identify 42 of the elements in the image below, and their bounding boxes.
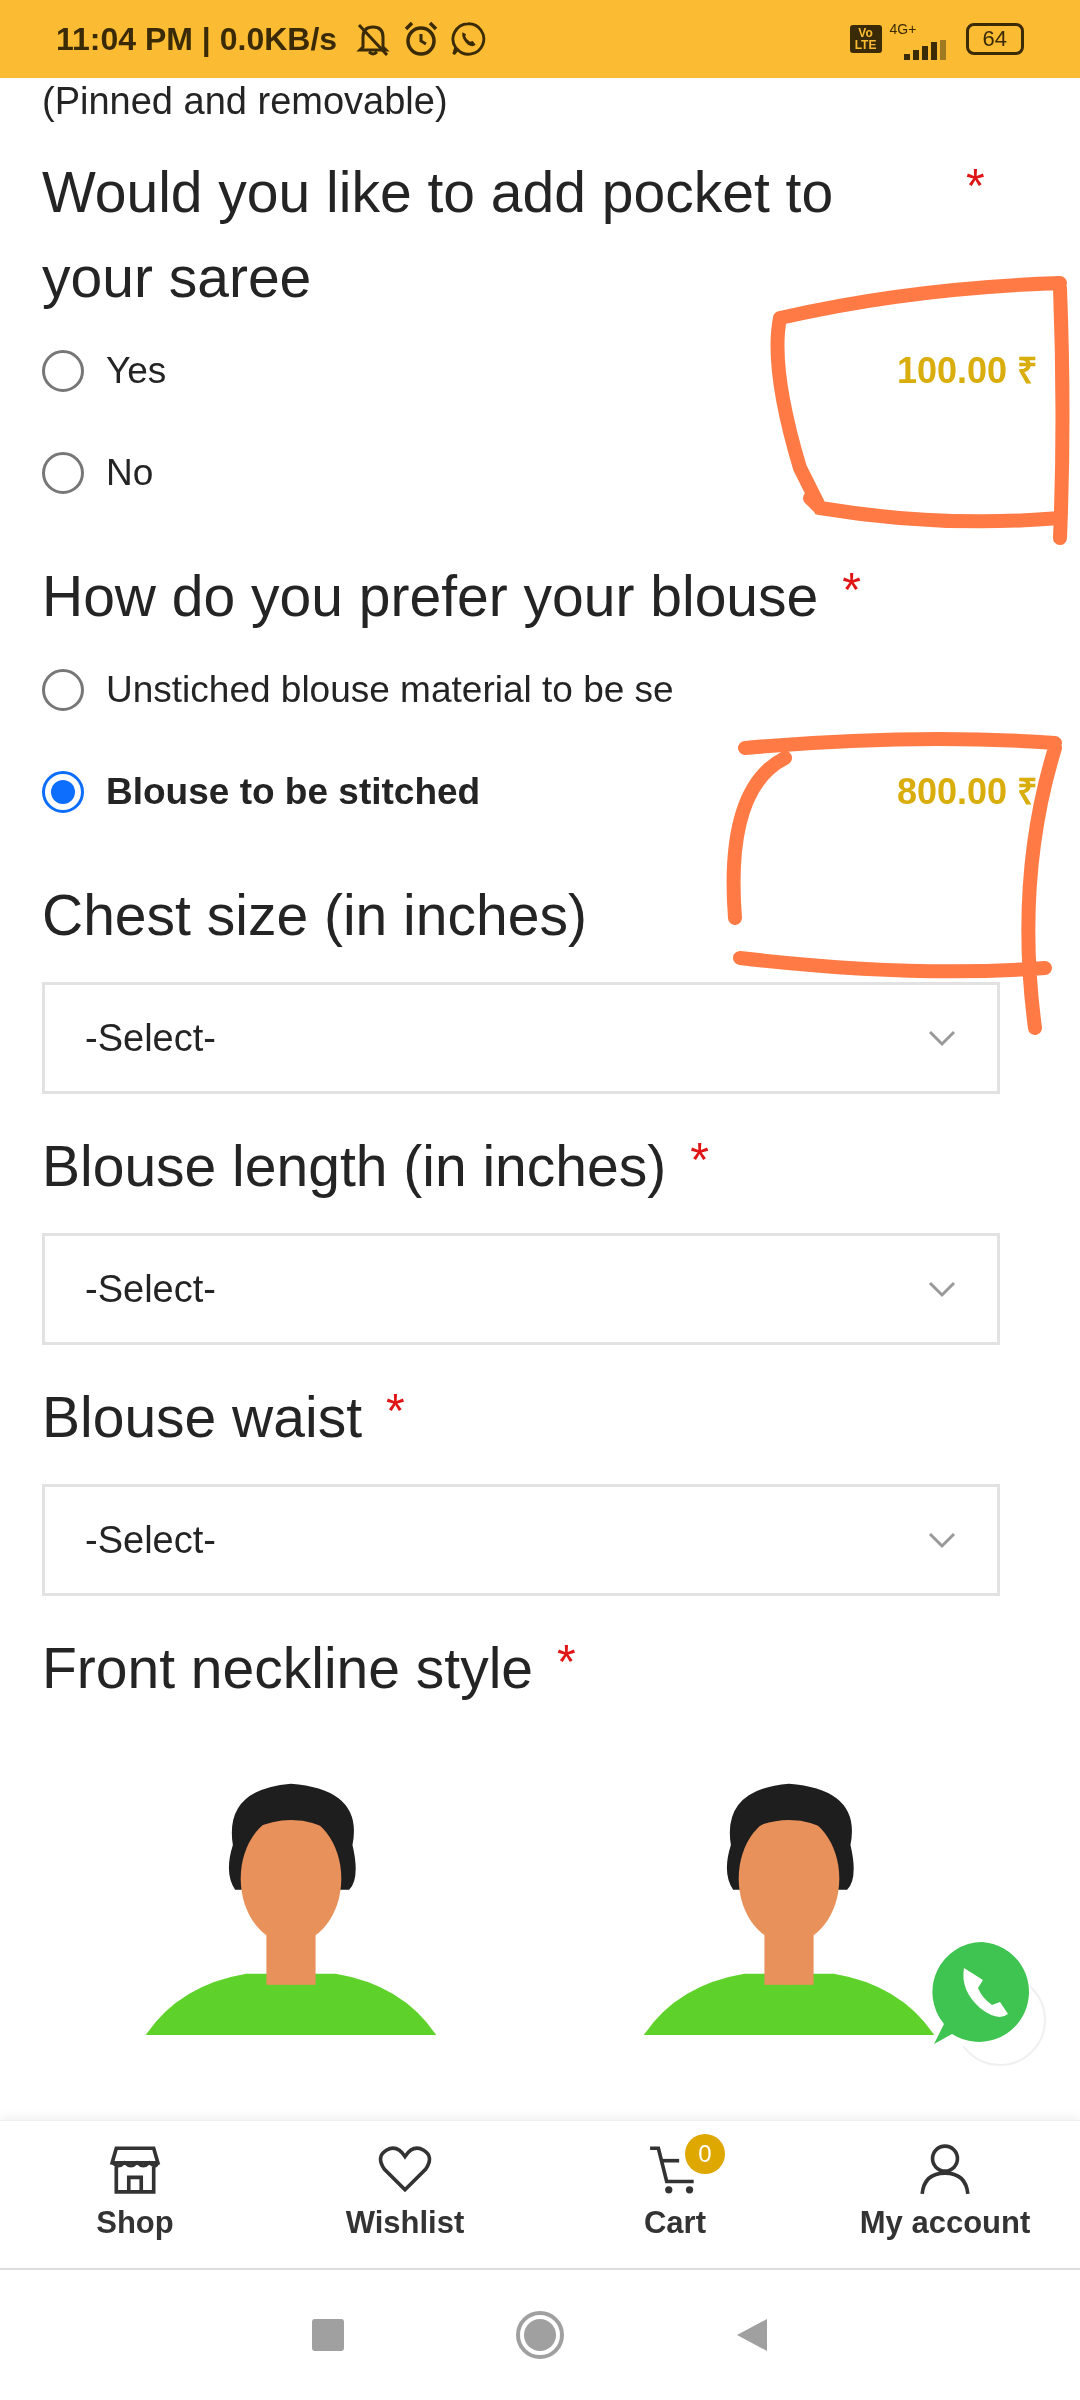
volte-badge: Vo LTE xyxy=(849,25,882,53)
select-field[interactable]: -Select- xyxy=(42,1233,1000,1345)
nav-label[interactable]: Cart xyxy=(644,2200,706,2247)
nav-label[interactable]: Wishlist xyxy=(345,2200,465,2247)
recents-button[interactable] xyxy=(311,2318,345,2352)
required-mark: * xyxy=(966,158,985,214)
count-badge: 0 xyxy=(685,2134,725,2175)
option-label[interactable]: No xyxy=(106,445,154,501)
status-time: 11:04 PM | 0.0KB/s xyxy=(56,20,338,59)
select-field[interactable]: -Select- xyxy=(42,982,1000,1094)
chat-icon xyxy=(449,20,488,58)
chevron-icon xyxy=(927,1531,957,1549)
home-button[interactable] xyxy=(515,2310,565,2360)
question-title: How do you prefer your blouse xyxy=(42,563,819,630)
required-mark: * xyxy=(557,1634,576,1690)
chevron-icon xyxy=(927,1280,957,1298)
radio-button[interactable] xyxy=(42,771,84,813)
option-label[interactable]: Unstiched blouse material to be se xyxy=(106,662,674,718)
back-button[interactable] xyxy=(735,2317,769,2353)
note-text: (Pinned and removable) xyxy=(42,82,449,120)
network-type: 4G+ xyxy=(889,19,917,39)
question-title: Blouse waist xyxy=(42,1384,362,1451)
question-title: Chest size (in inches) xyxy=(42,882,587,949)
required-mark: * xyxy=(842,562,861,618)
question-title: Front neckline style xyxy=(42,1635,534,1702)
radio-button[interactable] xyxy=(42,452,84,494)
nav-label[interactable]: Shop xyxy=(96,2200,174,2247)
select-field[interactable]: -Select- xyxy=(42,1484,1000,1596)
person-icon xyxy=(918,2142,972,2197)
radio-button[interactable] xyxy=(42,669,84,711)
question-title: Blouse length (in inches) xyxy=(42,1133,667,1200)
option-label[interactable]: Yes xyxy=(106,343,167,399)
required-mark: * xyxy=(690,1132,709,1188)
option-price: 100.00 ₹ xyxy=(896,349,1038,393)
nav-label[interactable]: My account xyxy=(859,2200,1031,2247)
option-price: 800.00 ₹ xyxy=(896,770,1038,814)
radio-button[interactable] xyxy=(42,350,84,392)
chevron-icon xyxy=(927,1029,957,1047)
required-mark: * xyxy=(386,1383,405,1439)
option-label[interactable]: Blouse to be stitched xyxy=(106,764,481,820)
question-title: Would you like to add pocket to your saree xyxy=(42,159,835,311)
battery-level: 64 xyxy=(965,23,1024,55)
